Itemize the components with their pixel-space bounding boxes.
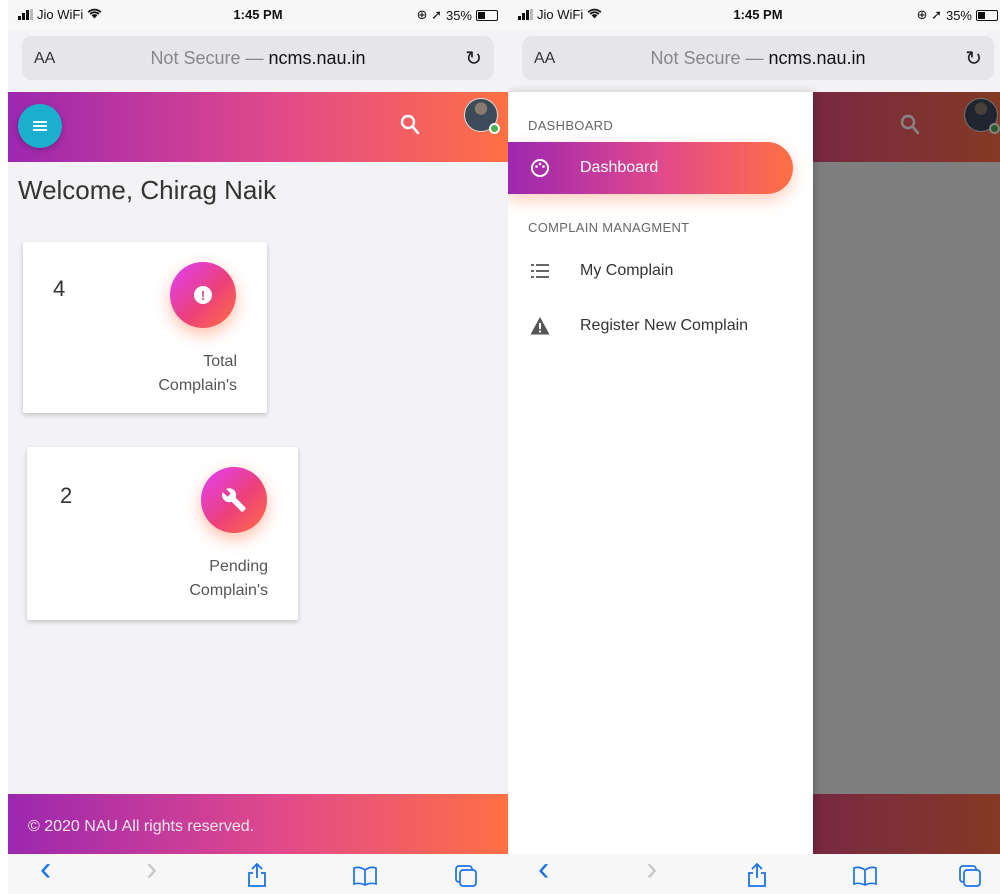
- menu-button[interactable]: [18, 104, 62, 148]
- list-icon: [531, 264, 549, 278]
- drawer-item-dashboard[interactable]: Dashboard: [508, 142, 793, 194]
- battery-icon: [476, 9, 498, 21]
- pending-complains-card[interactable]: 2 Pending Complain's: [27, 447, 298, 620]
- wrench-icon: [222, 488, 246, 512]
- address[interactable]: Not Secure — ncms.nau.in: [522, 48, 994, 69]
- status-bar: Jio WiFi 1:45 PM ⊕ ➚ 35%: [508, 0, 1000, 30]
- tabs-icon[interactable]: [958, 864, 982, 888]
- section-complain-management: COMPLAIN MANAGMENT: [528, 220, 690, 235]
- hamburger-icon: [33, 119, 47, 133]
- welcome-heading: Welcome, Chirag Naik: [18, 175, 277, 205]
- drawer-item-my-complain[interactable]: My Complain: [508, 251, 813, 291]
- back-button[interactable]: ‹: [40, 852, 51, 886]
- app-header: [8, 92, 508, 162]
- pending-count: 2: [60, 483, 73, 508]
- status-right: ⊕ ➚ 35%: [417, 7, 498, 23]
- battery-label: 35%: [445, 7, 472, 23]
- online-status-dot: [489, 123, 500, 134]
- status-bar: Jio WiFi 1:45 PM ⊕ ➚ 35%: [8, 0, 508, 30]
- reload-icon[interactable]: ↻: [965, 46, 982, 71]
- total-complains-card[interactable]: 4 ! Total Complain's: [23, 242, 267, 413]
- browser-toolbar: ‹ ›: [508, 852, 1000, 894]
- total-count: 4: [53, 276, 66, 301]
- location-icon: ⊕ ➚: [416, 7, 442, 22]
- address[interactable]: Not Secure — ncms.nau.in: [22, 48, 494, 69]
- reload-icon[interactable]: ↻: [465, 46, 482, 71]
- alert-badge: !: [170, 262, 236, 328]
- status-right: ⊕ ➚ 35%: [917, 7, 998, 23]
- back-button[interactable]: ‹: [538, 852, 549, 886]
- tabs-icon[interactable]: [454, 864, 478, 888]
- nav-drawer: DASHBOARD Dashboard COMPLAIN MANAGMENT M…: [508, 92, 813, 854]
- domain-label: ncms.nau.in: [268, 48, 366, 68]
- security-label: Not Secure —: [150, 48, 269, 68]
- browser-toolbar: ‹ ›: [8, 852, 508, 894]
- app-footer: © 2020 NAU All rights reserved.: [8, 794, 508, 854]
- bookmarks-icon[interactable]: [352, 866, 378, 886]
- wrench-badge: [201, 467, 267, 533]
- palette-icon: [531, 159, 549, 177]
- url-bar[interactable]: AA Not Secure — ncms.nau.in ↻: [522, 36, 994, 80]
- phone-screen-dashboard: Jio WiFi 1:45 PM ⊕ ➚ 35% AA Not Secure —…: [8, 0, 508, 894]
- forward-button[interactable]: ›: [646, 852, 657, 886]
- drawer-item-register-complain[interactable]: Register New Complain: [508, 306, 813, 346]
- location-icon: ⊕ ➚: [916, 7, 942, 22]
- battery-icon: [976, 9, 998, 21]
- drawer-item-label: Dashboard: [580, 159, 659, 176]
- security-label: Not Secure —: [650, 48, 769, 68]
- section-dashboard: DASHBOARD: [528, 118, 614, 133]
- forward-button[interactable]: ›: [146, 852, 157, 886]
- url-bar[interactable]: AA Not Secure — ncms.nau.in ↻: [22, 36, 494, 80]
- warning-icon: [530, 317, 550, 335]
- avatar[interactable]: [464, 98, 500, 134]
- battery-label: 35%: [945, 7, 972, 23]
- copyright-text: © 2020 NAU All rights reserved.: [28, 818, 255, 835]
- domain-label: ncms.nau.in: [768, 48, 866, 68]
- phone-screen-menu-open: Jio WiFi 1:45 PM ⊕ ➚ 35% AA Not Secure —…: [508, 0, 1000, 894]
- search-icon[interactable]: [400, 114, 420, 136]
- total-label: Total Complain's: [158, 353, 237, 394]
- share-icon[interactable]: [746, 862, 768, 888]
- drawer-item-label: Register New Complain: [580, 317, 749, 334]
- bookmarks-icon[interactable]: [852, 866, 878, 886]
- share-icon[interactable]: [246, 862, 268, 888]
- alert-icon: !: [194, 286, 212, 304]
- drawer-item-label: My Complain: [580, 262, 674, 279]
- pending-label: Pending Complain's: [189, 558, 268, 599]
